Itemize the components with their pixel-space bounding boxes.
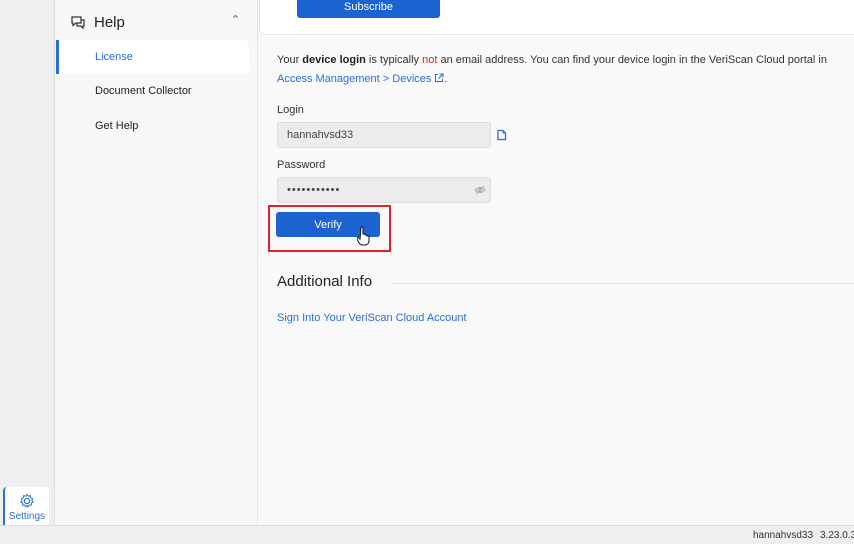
info-bold-text: device login [302, 54, 366, 66]
hand-cursor-icon [357, 226, 370, 246]
help-chat-icon [71, 16, 85, 30]
eye-slash-icon[interactable] [474, 185, 486, 195]
subscribe-button[interactable]: Subscribe [297, 0, 440, 18]
nav-item-get-help[interactable]: Get Help [56, 109, 249, 143]
device-login-info: Your device login is typically not an em… [277, 51, 847, 89]
subscription-card: Subscribe [259, 0, 854, 35]
nav-item-license[interactable]: License [56, 40, 249, 74]
info-text: Your [277, 54, 303, 66]
help-nav-panel: Help ⌃ License Document Collector Get He… [56, 0, 258, 525]
help-title: Help [94, 13, 125, 31]
login-field[interactable]: hannahvsd33 [277, 122, 491, 148]
access-management-link-text: Access Management > Devices [277, 73, 432, 85]
settings-button[interactable]: Settings [3, 487, 49, 530]
external-link-icon [435, 73, 444, 82]
status-bar: hannahvsd33 3.23.0.35 [0, 525, 854, 544]
info-text: is typically [365, 54, 423, 66]
status-version: 3.23.0.35 [820, 530, 854, 541]
copy-icon[interactable] [496, 129, 507, 141]
access-management-link[interactable]: Access Management > Devices [277, 73, 444, 85]
nav-item-document-collector[interactable]: Document Collector [56, 74, 249, 108]
info-text: . [444, 73, 448, 85]
info-text: an email address. You can find your devi… [437, 54, 827, 66]
status-username: hannahvsd33 [753, 530, 814, 541]
info-warning-text: not [422, 54, 438, 66]
login-label: Login [277, 104, 304, 116]
chevron-up-icon[interactable]: ⌃ [231, 13, 240, 26]
password-label: Password [277, 159, 326, 171]
main-content: Subscribe Your device login is typically… [259, 0, 854, 525]
sign-in-cloud-link[interactable]: Sign Into Your VeriScan Cloud Account [277, 312, 467, 324]
password-field[interactable]: ••••••••••• [277, 177, 491, 203]
additional-info-heading: Additional Info [277, 273, 373, 290]
left-rail: Settings [0, 0, 55, 530]
help-section-header[interactable]: Help ⌃ [70, 11, 250, 33]
section-divider [393, 283, 854, 284]
gear-icon [20, 493, 34, 508]
settings-label: Settings [8, 511, 46, 522]
